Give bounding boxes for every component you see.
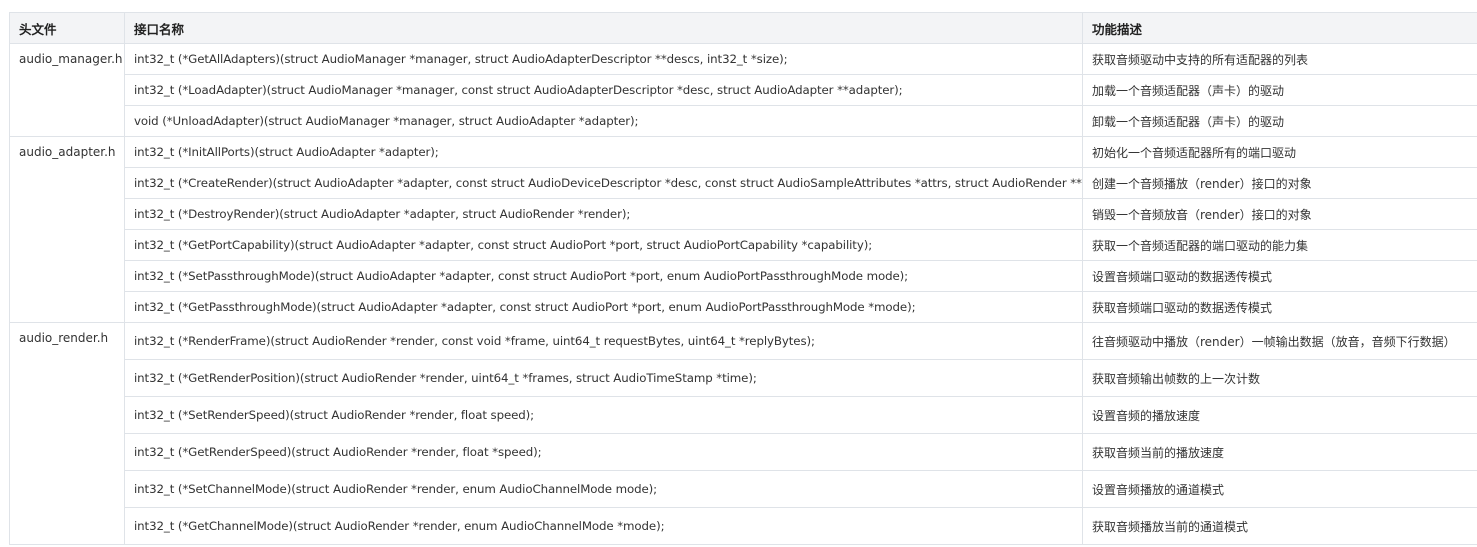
description-cell: 获取音频端口驱动的数据透传模式	[1082, 291, 1477, 323]
description-cell: 获取音频当前的播放速度	[1082, 433, 1477, 471]
table-row: int32_t (*GetPassthroughMode)(struct Aud…	[10, 291, 1477, 323]
description-cell: 获取一个音频适配器的端口驱动的能力集	[1082, 229, 1477, 261]
header-file-cell: audio_adapter.h	[9, 136, 125, 323]
header-file-cell: audio_render.h	[9, 322, 125, 545]
table-row: audio_adapter.h int32_t (*InitAllPorts)(…	[9, 136, 1477, 323]
table-row: int32_t (*GetRenderPosition)(struct Audi…	[10, 359, 1477, 397]
interface-cell: int32_t (*RenderFrame)(struct AudioRende…	[124, 322, 1083, 360]
table-row: int32_t (*SetRenderSpeed)(struct AudioRe…	[10, 396, 1477, 434]
table-row: int32_t (*DestroyRender)(struct AudioAda…	[10, 198, 1477, 230]
table-row: int32_t (*GetRenderSpeed)(struct AudioRe…	[10, 433, 1477, 471]
interface-cell: int32_t (*SetRenderSpeed)(struct AudioRe…	[124, 396, 1083, 434]
description-cell: 设置音频的播放速度	[1082, 396, 1477, 434]
table-row: int32_t (*GetChannelMode)(struct AudioRe…	[10, 507, 1477, 545]
header-file-cell: audio_manager.h	[9, 43, 125, 137]
interface-cell: int32_t (*GetAllAdapters)(struct AudioMa…	[124, 43, 1083, 75]
table-row: int32_t (*GetPortCapability)(struct Audi…	[10, 229, 1477, 261]
description-cell: 卸载一个音频适配器（声卡）的驱动	[1082, 105, 1477, 137]
interface-cell: int32_t (*GetPassthroughMode)(struct Aud…	[124, 291, 1083, 323]
interface-cell: int32_t (*GetRenderSpeed)(struct AudioRe…	[124, 433, 1083, 471]
description-cell: 获取音频播放当前的通道模式	[1082, 507, 1477, 545]
description-cell: 设置音频播放的通道模式	[1082, 470, 1477, 508]
description-cell: 初始化一个音频适配器所有的端口驱动	[1082, 136, 1477, 168]
interface-cell: int32_t (*GetRenderPosition)(struct Audi…	[124, 359, 1083, 397]
description-cell: 获取音频输出帧数的上一次计数	[1082, 359, 1477, 397]
interface-cell: int32_t (*GetPortCapability)(struct Audi…	[124, 229, 1083, 261]
interface-cell: int32_t (*InitAllPorts)(struct AudioAdap…	[124, 136, 1083, 168]
table-row: audio_render.h int32_t (*RenderFrame)(st…	[9, 322, 1477, 545]
interface-cell: int32_t (*SetChannelMode)(struct AudioRe…	[124, 470, 1083, 508]
interface-cell: int32_t (*LoadAdapter)(struct AudioManag…	[124, 74, 1083, 106]
header-interface: 接口名称	[124, 12, 1083, 44]
interface-cell: int32_t (*DestroyRender)(struct AudioAda…	[124, 198, 1083, 230]
api-table: 头文件 接口名称 功能描述 audio_manager.h int32_t (*…	[9, 12, 1477, 545]
description-cell: 获取音频驱动中支持的所有适配器的列表	[1082, 43, 1477, 75]
description-cell: 加载一个音频适配器（声卡）的驱动	[1082, 74, 1477, 106]
table-row: int32_t (*CreateRender)(struct AudioAdap…	[10, 167, 1477, 199]
table-row: int32_t (*SetPassthroughMode)(struct Aud…	[10, 260, 1477, 292]
header-file: 头文件	[9, 12, 125, 44]
interface-cell: void (*UnloadAdapter)(struct AudioManage…	[124, 105, 1083, 137]
description-cell: 往音频驱动中播放（render）一帧输出数据（放音，音频下行数据）	[1082, 322, 1477, 360]
table-row: void (*UnloadAdapter)(struct AudioManage…	[10, 105, 1477, 137]
description-cell: 设置音频端口驱动的数据透传模式	[1082, 260, 1477, 292]
interface-cell: int32_t (*GetChannelMode)(struct AudioRe…	[124, 507, 1083, 545]
interface-cell: int32_t (*SetPassthroughMode)(struct Aud…	[124, 260, 1083, 292]
interface-cell: int32_t (*CreateRender)(struct AudioAdap…	[124, 167, 1083, 199]
table-row: int32_t (*SetChannelMode)(struct AudioRe…	[10, 470, 1477, 508]
description-cell: 销毁一个音频放音（render）接口的对象	[1082, 198, 1477, 230]
table-row: int32_t (*LoadAdapter)(struct AudioManag…	[10, 74, 1477, 106]
table-header-row: 头文件 接口名称 功能描述	[9, 12, 1477, 44]
table-row: audio_manager.h int32_t (*GetAllAdapters…	[9, 43, 1477, 137]
description-cell: 创建一个音频播放（render）接口的对象	[1082, 167, 1477, 199]
header-description: 功能描述	[1082, 12, 1477, 44]
